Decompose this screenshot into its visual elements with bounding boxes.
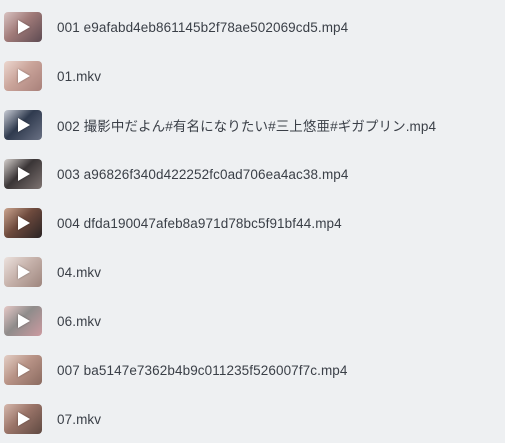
- video-thumbnail[interactable]: [4, 61, 42, 91]
- list-item[interactable]: 004 dfda190047afeb8a971d78bc5f91bf44.mp4: [0, 201, 505, 245]
- file-name: 007 ba5147e7362b4b9c011235f526007f7c.mp4: [57, 362, 348, 378]
- file-name: 04.mkv: [57, 264, 102, 280]
- play-icon: [18, 20, 30, 34]
- list-item[interactable]: 001 e9afabd4eb861145b2f78ae502069cd5.mp4: [0, 5, 505, 49]
- play-icon: [18, 363, 30, 377]
- play-icon: [18, 69, 30, 83]
- file-name: 06.mkv: [57, 313, 102, 329]
- video-thumbnail[interactable]: [4, 110, 42, 140]
- video-thumbnail[interactable]: [4, 355, 42, 385]
- video-thumbnail[interactable]: [4, 306, 42, 336]
- file-name: 07.mkv: [57, 411, 102, 427]
- video-thumbnail[interactable]: [4, 257, 42, 287]
- list-item[interactable]: 002 撮影中だよん#有名になりたい#三上悠亜#ギガプリン.mp4: [0, 103, 505, 147]
- list-item[interactable]: 04.mkv: [0, 250, 505, 294]
- video-thumbnail[interactable]: [4, 404, 42, 434]
- video-thumbnail[interactable]: [4, 208, 42, 238]
- video-thumbnail[interactable]: [4, 12, 42, 42]
- file-list: 001 e9afabd4eb861145b2f78ae502069cd5.mp4…: [0, 0, 505, 443]
- list-item[interactable]: 01.mkv: [0, 54, 505, 98]
- file-name: 004 dfda190047afeb8a971d78bc5f91bf44.mp4: [57, 215, 342, 231]
- play-icon: [18, 118, 30, 132]
- file-name: 003 a96826f340d422252fc0ad706ea4ac38.mp4: [57, 166, 349, 182]
- video-thumbnail[interactable]: [4, 159, 42, 189]
- list-item[interactable]: 06.mkv: [0, 299, 505, 343]
- list-item[interactable]: 003 a96826f340d422252fc0ad706ea4ac38.mp4: [0, 152, 505, 196]
- play-icon: [18, 216, 30, 230]
- file-name: 001 e9afabd4eb861145b2f78ae502069cd5.mp4: [57, 19, 349, 35]
- list-item[interactable]: 007 ba5147e7362b4b9c011235f526007f7c.mp4: [0, 348, 505, 392]
- play-icon: [18, 412, 30, 426]
- file-name: 01.mkv: [57, 68, 102, 84]
- list-item[interactable]: 07.mkv: [0, 397, 505, 441]
- play-icon: [18, 314, 30, 328]
- file-name: 002 撮影中だよん#有名になりたい#三上悠亜#ギガプリン.mp4: [57, 119, 437, 134]
- play-icon: [18, 167, 30, 181]
- play-icon: [18, 265, 30, 279]
